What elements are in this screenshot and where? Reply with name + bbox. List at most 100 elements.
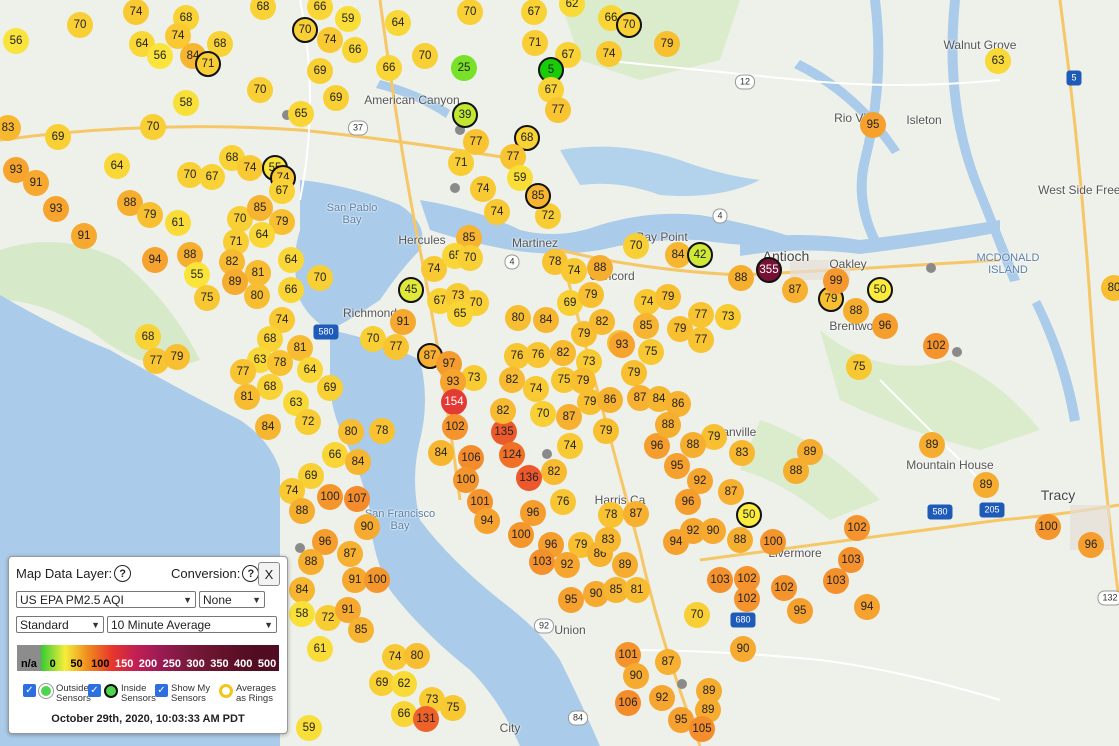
outside-sensor-marker[interactable]: 80 [505, 305, 531, 331]
outside-sensor-marker[interactable]: 106 [615, 690, 641, 716]
outside-sensor-marker[interactable]: 77 [230, 359, 256, 385]
outside-sensor-marker[interactable]: 66 [342, 37, 368, 63]
outside-sensor-marker[interactable]: 90 [354, 514, 380, 540]
outside-sensor-marker[interactable]: 75 [194, 285, 220, 311]
outside-sensor-marker[interactable]: 154 [441, 389, 467, 415]
averages-as-rings-toggle[interactable]: Averages as Rings [219, 684, 276, 704]
outside-sensor-marker[interactable]: 92 [649, 685, 675, 711]
outside-sensor-marker[interactable]: 74 [123, 0, 149, 25]
outside-sensor-marker[interactable]: 107 [344, 486, 370, 512]
outside-sensor-marker[interactable]: 88 [728, 265, 754, 291]
outside-sensor-marker[interactable]: 59 [296, 715, 322, 741]
outside-sensor-marker[interactable]: 88 [655, 412, 681, 438]
offline-sensor-marker[interactable] [952, 347, 962, 357]
outside-sensor-marker[interactable]: 87 [655, 649, 681, 675]
inside-sensor-marker[interactable]: 70 [292, 17, 318, 43]
offline-sensor-marker[interactable] [926, 263, 936, 273]
outside-sensor-marker[interactable]: 88 [298, 549, 324, 575]
outside-sensor-marker[interactable]: 70 [307, 265, 333, 291]
inside-sensor-marker[interactable]: 355 [756, 257, 782, 283]
offline-sensor-marker[interactable] [450, 183, 460, 193]
outside-sensor-marker[interactable]: 70 [623, 233, 649, 259]
outside-sensor-marker[interactable]: 77 [688, 302, 714, 328]
outside-sensor-marker[interactable]: 64 [249, 222, 275, 248]
outside-sensor-marker[interactable]: 75 [440, 695, 466, 721]
layer-select[interactable]: US EPA PM2.5 AQI ▼ [16, 591, 196, 608]
outside-sensor-marker[interactable]: 83 [595, 527, 621, 553]
offline-sensor-marker[interactable] [542, 449, 552, 459]
outside-sensor-marker[interactable]: 65 [447, 301, 473, 327]
outside-sensor-marker[interactable]: 76 [550, 489, 576, 515]
outside-sensor-marker[interactable]: 82 [550, 340, 576, 366]
outside-sensor-marker[interactable]: 105 [689, 716, 715, 742]
outside-sensor-marker[interactable]: 88 [289, 498, 315, 524]
outside-sensor-marker[interactable]: 70 [67, 12, 93, 38]
outside-sensor-marker[interactable]: 58 [173, 90, 199, 116]
outside-sensor-marker[interactable]: 74 [237, 155, 263, 181]
inside-sensor-marker[interactable]: 50 [867, 277, 893, 303]
outside-sensor-marker[interactable]: 102 [442, 414, 468, 440]
outside-sensor-marker[interactable]: 94 [854, 594, 880, 620]
outside-sensor-marker[interactable]: 65 [288, 101, 314, 127]
outside-sensor-marker[interactable]: 90 [623, 663, 649, 689]
close-button[interactable]: X [258, 562, 280, 586]
outside-sensor-marker[interactable]: 131 [413, 706, 439, 732]
outside-sensor-marker[interactable]: 70 [247, 77, 273, 103]
outside-sensor-marker[interactable]: 91 [71, 223, 97, 249]
outside-sensor-marker[interactable]: 93 [43, 196, 69, 222]
outside-sensor-marker[interactable]: 96 [1078, 532, 1104, 558]
outside-sensor-marker[interactable]: 87 [337, 541, 363, 567]
outside-sensor-marker[interactable]: 84 [428, 440, 454, 466]
outside-sensor-marker[interactable]: 25 [451, 55, 477, 81]
outside-sensor-marker[interactable]: 99 [823, 268, 849, 294]
outside-sensor-marker[interactable]: 102 [771, 575, 797, 601]
outside-sensor-marker[interactable]: 79 [164, 344, 190, 370]
outside-sensor-marker[interactable]: 74 [596, 41, 622, 67]
checkbox-checked-icon[interactable]: ✓ [155, 684, 168, 697]
average-select[interactable]: 10 Minute Average ▼ [107, 616, 277, 633]
outside-sensor-marker[interactable]: 56 [147, 43, 173, 69]
outside-sensor-marker[interactable]: 74 [317, 27, 343, 53]
outside-sensor-marker[interactable]: 73 [715, 304, 741, 330]
outside-sensor-marker[interactable]: 78 [598, 502, 624, 528]
outside-sensor-marker[interactable]: 100 [760, 529, 786, 555]
outside-sensor-marker[interactable]: 74 [470, 176, 496, 202]
layer-help-icon[interactable]: ? [114, 565, 132, 582]
outside-sensor-marker[interactable]: 103 [707, 567, 733, 593]
outside-sensor-marker[interactable]: 83 [729, 440, 755, 466]
outside-sensor-marker[interactable]: 78 [369, 418, 395, 444]
inside-sensor-marker[interactable]: 39 [452, 102, 478, 128]
outside-sensor-marker[interactable]: 87 [782, 277, 808, 303]
outside-sensor-marker[interactable]: 61 [165, 210, 191, 236]
outside-sensor-marker[interactable]: 88 [587, 255, 613, 281]
outside-sensor-marker[interactable]: 62 [391, 671, 417, 697]
outside-sensor-marker[interactable]: 69 [317, 375, 343, 401]
outside-sensor-marker[interactable]: 76 [525, 342, 551, 368]
outside-sensor-marker[interactable]: 80 [244, 283, 270, 309]
outside-sensor-marker[interactable]: 89 [612, 552, 638, 578]
outside-sensor-marker[interactable]: 59 [335, 6, 361, 32]
outside-sensor-marker[interactable]: 90 [730, 636, 756, 662]
outside-sensor-marker[interactable]: 79 [621, 360, 647, 386]
outside-sensor-marker[interactable]: 61 [307, 636, 333, 662]
outside-sensor-marker[interactable]: 91 [23, 170, 49, 196]
outside-sensor-marker[interactable]: 87 [718, 479, 744, 505]
outside-sensor-marker[interactable]: 75 [638, 339, 664, 365]
outside-sensor-marker[interactable]: 67 [199, 164, 225, 190]
outside-sensor-marker[interactable]: 69 [323, 85, 349, 111]
outside-sensor-marker[interactable]: 100 [1035, 514, 1061, 540]
outside-sensor-marker[interactable]: 74 [557, 433, 583, 459]
conversion-help-icon[interactable]: ? [242, 565, 260, 582]
outside-sensor-marker[interactable]: 69 [45, 124, 71, 150]
outside-sensor-marker[interactable]: 84 [345, 449, 371, 475]
outside-sensor-marker[interactable]: 74 [523, 376, 549, 402]
outside-sensor-marker[interactable]: 89 [973, 472, 999, 498]
outside-sensor-marker[interactable]: 82 [589, 309, 615, 335]
checkbox-checked-icon[interactable]: ✓ [23, 684, 36, 697]
outside-sensor-marker[interactable]: 66 [278, 277, 304, 303]
outside-sensor-marker[interactable]: 56 [3, 28, 29, 54]
outside-sensor-marker[interactable]: 74 [484, 199, 510, 225]
outside-sensor-marker[interactable]: 79 [578, 282, 604, 308]
outside-sensor-marker[interactable]: 103 [838, 547, 864, 573]
outside-sensor-marker[interactable]: 93 [609, 332, 635, 358]
